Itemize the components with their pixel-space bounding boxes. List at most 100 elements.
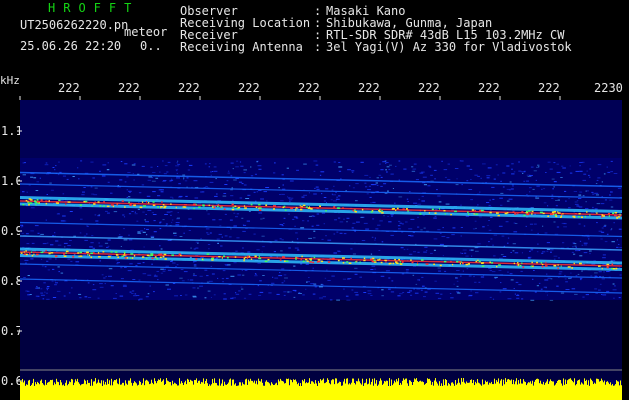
noise-speck <box>597 164 602 166</box>
band-speck-0 <box>602 215 605 217</box>
noise-speck <box>239 197 243 199</box>
power-sample <box>270 385 271 400</box>
noise-speck <box>391 280 394 282</box>
noise-speck <box>79 207 83 209</box>
power-sample <box>467 382 468 400</box>
noise-speck <box>449 293 452 294</box>
noise-speck <box>170 261 173 262</box>
power-sample <box>244 384 245 400</box>
noise-speck <box>30 230 34 232</box>
band-speck-0 <box>578 212 581 215</box>
band-speck-0 <box>45 202 48 205</box>
band-speck-1 <box>520 264 522 267</box>
noise-speck <box>175 266 177 267</box>
band-speck-1 <box>178 253 181 255</box>
noise-speck <box>405 269 409 271</box>
band-speck-1 <box>159 253 163 255</box>
band-speck-1 <box>439 264 442 267</box>
power-sample <box>153 384 154 400</box>
noise-speck <box>612 283 615 285</box>
power-sample <box>94 381 95 400</box>
noise-speck <box>511 168 513 170</box>
noise-speck <box>537 164 540 166</box>
power-sample <box>80 385 81 400</box>
band-speck-1 <box>371 260 375 263</box>
noise-speck <box>460 275 462 277</box>
power-sample <box>238 385 239 400</box>
noise-speck <box>44 291 46 293</box>
noise-speck <box>33 177 37 179</box>
power-sample <box>253 382 254 400</box>
noise-speck <box>164 214 168 215</box>
noise-speck <box>92 177 95 179</box>
noise-speck <box>208 248 210 250</box>
power-sample <box>20 380 21 400</box>
noise-speck <box>241 183 244 185</box>
noise-speck <box>335 198 340 200</box>
noise-speck <box>585 190 587 192</box>
power-sample <box>567 380 568 400</box>
power-sample <box>488 384 489 400</box>
band-speck-0 <box>392 208 395 210</box>
noise-speck <box>36 181 39 183</box>
power-sample <box>477 379 478 400</box>
noise-speck <box>367 290 372 292</box>
noise-speck <box>617 188 622 189</box>
power-sample <box>213 383 214 400</box>
power-sample <box>349 383 350 400</box>
band-speck-1 <box>425 263 429 265</box>
noise-speck <box>442 227 444 229</box>
power-sample <box>580 384 581 400</box>
noise-speck <box>498 270 502 271</box>
noise-speck <box>578 194 582 196</box>
spectrogram-dark-bottom <box>20 300 622 380</box>
noise-speck <box>50 189 54 191</box>
noise-speck <box>381 241 384 243</box>
power-sample <box>399 385 400 400</box>
power-sample <box>613 385 614 400</box>
power-sample <box>305 383 306 400</box>
band-speck-0 <box>512 211 515 213</box>
band-speck-0 <box>161 201 163 203</box>
noise-speck <box>351 227 354 229</box>
band-speck-1 <box>98 256 101 258</box>
power-sample <box>159 379 160 400</box>
noise-speck <box>153 291 155 293</box>
noise-speck <box>330 199 333 201</box>
noise-speck <box>99 170 101 172</box>
power-sample <box>277 385 278 400</box>
noise-speck <box>232 297 236 299</box>
noise-speck <box>250 175 254 177</box>
power-sample <box>393 383 394 400</box>
power-sample <box>512 384 513 400</box>
power-sample <box>46 384 47 400</box>
noise-speck <box>534 213 536 215</box>
power-sample <box>152 382 153 400</box>
noise-speck <box>78 293 82 295</box>
power-sample <box>543 381 544 400</box>
power-sample <box>215 382 216 400</box>
power-sample <box>219 378 220 400</box>
noise-speck <box>165 265 169 267</box>
band-speck-1 <box>410 259 412 261</box>
band-speck-1 <box>309 261 312 263</box>
band-speck-1 <box>244 256 247 259</box>
noise-speck <box>97 215 100 217</box>
noise-speck <box>475 292 479 294</box>
band-speck-1 <box>121 255 124 257</box>
power-sample <box>607 381 608 400</box>
band-speck-1 <box>90 256 92 259</box>
power-sample <box>242 382 243 400</box>
noise-speck <box>243 297 247 299</box>
noise-speck <box>217 242 219 244</box>
power-sample <box>66 380 67 400</box>
noise-speck <box>255 273 257 275</box>
noise-speck <box>83 235 87 237</box>
band-speck-1 <box>131 257 134 259</box>
noise-speck <box>223 298 227 300</box>
noise-speck <box>411 166 414 168</box>
noise-speck <box>151 212 154 214</box>
power-sample <box>110 385 111 400</box>
noise-speck <box>45 292 48 294</box>
noise-speck <box>551 194 554 196</box>
